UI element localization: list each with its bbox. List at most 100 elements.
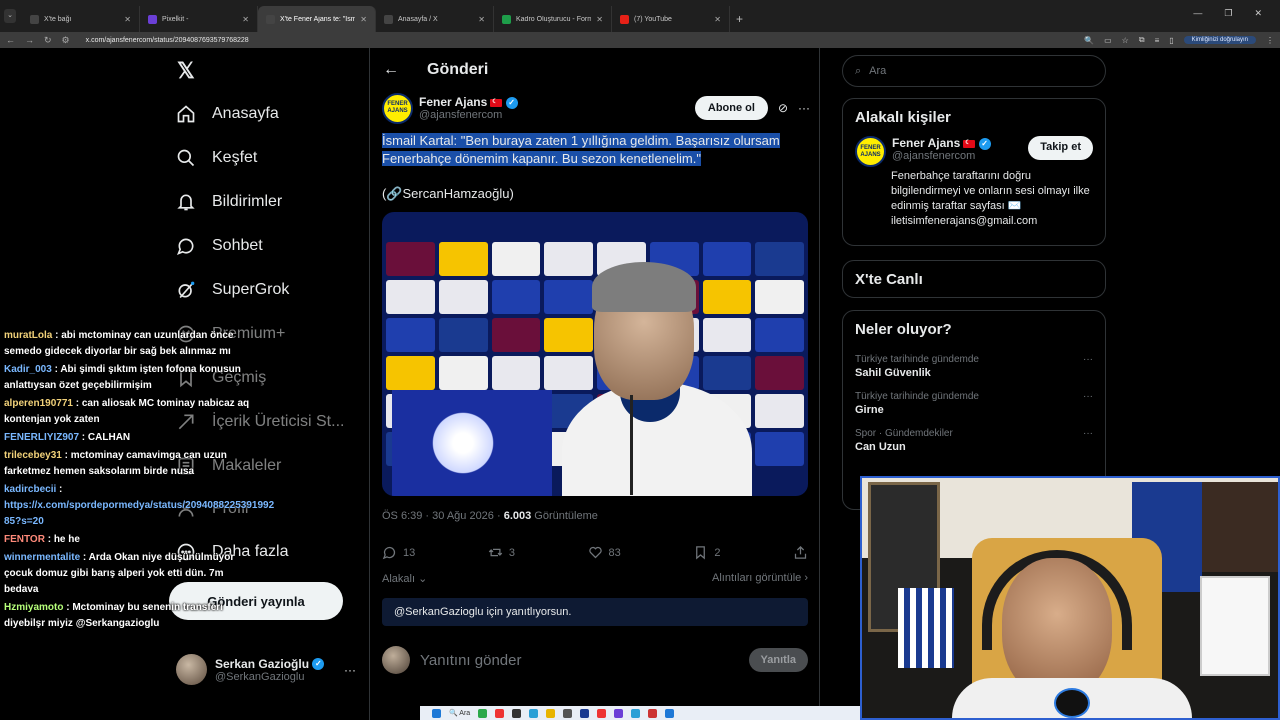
profile-button[interactable]: Kimliğinizi doğrulayın	[1183, 36, 1256, 44]
nav-item-notifications[interactable]: Bildirimler	[176, 192, 282, 212]
tweet-time[interactable]: ÖS 6:39 · 30 Ağu 2026 ·	[382, 510, 504, 522]
back-arrow-icon[interactable]: ←	[6, 35, 15, 45]
reply-input[interactable]: Yanıtını gönder	[420, 652, 521, 669]
author-name[interactable]: Fener Ajans	[419, 95, 487, 109]
taskbar-app-icon[interactable]	[614, 708, 624, 718]
sidebar-icon[interactable]: ≡	[1155, 36, 1160, 45]
taskbar-app-icon[interactable]	[495, 708, 505, 718]
zoom-icon[interactable]: 🔍	[1084, 36, 1094, 45]
main-header: ← Gönderi	[370, 48, 819, 92]
chat-message: Kadir_003 : Abi şimdi şıktım işten fofon…	[0, 362, 250, 394]
split-view-icon[interactable]: ▯	[1169, 36, 1173, 45]
chat-separator: :	[79, 432, 88, 443]
x-logo-icon[interactable]: 𝕏	[177, 58, 195, 84]
restore-icon[interactable]: ❐	[1224, 8, 1232, 19]
follow-button[interactable]: Takip et	[1028, 136, 1093, 160]
window-controls: — ❐ ✕	[1193, 8, 1280, 19]
close-tab-icon[interactable]: ✕	[124, 15, 131, 24]
nav-item-home[interactable]: Anasayfa	[176, 104, 279, 124]
bookmark-star-icon[interactable]: ☆	[1122, 36, 1129, 45]
sponsor-tile	[491, 318, 541, 352]
repost-action[interactable]: 3	[488, 545, 515, 560]
trend-more-icon[interactable]: ···	[1083, 391, 1093, 402]
chat-username: kadircbecii	[4, 484, 57, 495]
nav-item-chat[interactable]: Sohbet	[176, 236, 263, 256]
chat-message: Hzmiyamoto : Mctominay bu senenin transf…	[0, 600, 250, 632]
close-tab-icon[interactable]: ✕	[360, 15, 367, 24]
url-field[interactable]: x.com/ajansfenercom/status/2094087693579…	[86, 37, 249, 44]
taskbar-app-icon[interactable]	[529, 708, 539, 718]
new-tab-button[interactable]: +	[736, 12, 743, 26]
taskbar-app-icon[interactable]	[512, 708, 522, 718]
sponsor-tile	[491, 280, 541, 314]
forward-arrow-icon[interactable]: →	[25, 35, 34, 45]
extensions-icon[interactable]: ⧉	[1139, 35, 1145, 45]
trend-context: Türkiye tarihinde gündemde	[855, 391, 979, 402]
view-quotes-link[interactable]: Alıntıları görüntüle ›	[712, 572, 808, 585]
browser-tab[interactable]: X'te bağı ✕	[22, 6, 140, 32]
taskbar-search[interactable]: 🔍 Ara	[449, 709, 470, 717]
sponsor-tile	[386, 318, 435, 352]
author-avatar[interactable]: FENER AJANS	[855, 136, 886, 167]
windows-start-icon[interactable]	[432, 708, 441, 718]
trend-more-icon[interactable]: ···	[1083, 354, 1093, 365]
taskbar-app-icon[interactable]	[648, 708, 658, 718]
close-tab-icon[interactable]: ✕	[478, 15, 485, 24]
related-sort-button[interactable]: Alakalı ⌄	[382, 572, 427, 585]
trend-item[interactable]: Spor · Gündemdekiler Can Uzun ···	[843, 422, 1105, 459]
author-avatar[interactable]: FENER AJANS	[382, 92, 413, 124]
taskbar-app-icon[interactable]	[546, 708, 556, 718]
taskbar-app-icon[interactable]	[597, 708, 607, 718]
search-input[interactable]: ⌕ Ara	[842, 55, 1106, 87]
account-switcher[interactable]: Serkan Gazioğlu ✓ @SerkanGazioglu ···	[176, 654, 356, 685]
browser-tab[interactable]: Kadro Oluşturucu - Formasyon ✕	[494, 6, 612, 32]
subscribe-button[interactable]: Abone ol	[694, 96, 768, 120]
minimize-icon[interactable]: —	[1193, 8, 1202, 19]
tweet-text-selected: İsmail Kartal: "Ben buraya zaten 1 yıllı…	[382, 133, 780, 166]
browser-tab[interactable]: Pixelkit - ✕	[140, 6, 258, 32]
nav-item-explore[interactable]: Keşfet	[176, 148, 257, 168]
close-tab-icon[interactable]: ✕	[714, 15, 721, 24]
close-tab-icon[interactable]: ✕	[596, 15, 603, 24]
more-options-icon[interactable]: ···	[798, 101, 810, 115]
browser-tab[interactable]: Anasayfa / X ✕	[376, 6, 494, 32]
toolbar-right: 🔍 ▭ ☆ ⧉ ≡ ▯ Kimliğinizi doğrulayın ⋮	[1084, 35, 1274, 45]
reply-action[interactable]: 13	[382, 545, 415, 560]
share-action[interactable]	[793, 545, 808, 560]
site-info-icon[interactable]: ⚙	[62, 35, 70, 46]
close-tab-icon[interactable]: ✕	[242, 15, 249, 24]
taskbar-app-icon[interactable]	[563, 708, 573, 718]
taskbar-app-icon[interactable]	[665, 708, 675, 718]
taskbar-app-icon[interactable]	[478, 708, 488, 718]
tab-list-menu-button[interactable]: ⌄	[4, 9, 16, 23]
nav-item-supergrok[interactable]: SuperGrok	[176, 280, 289, 300]
back-arrow-icon[interactable]: ←	[383, 61, 399, 79]
trend-item[interactable]: Türkiye tarihinde gündemde Girne ···	[843, 385, 1105, 422]
cast-icon[interactable]: ▭	[1104, 36, 1112, 45]
chat-separator: :	[61, 450, 71, 461]
chat-text: CALHAN	[87, 432, 131, 443]
browser-menu-icon[interactable]: ⋮	[1266, 36, 1274, 45]
related-person[interactable]: FENER AJANS Fener Ajans ✓ @ajansfenercom…	[843, 136, 1105, 167]
taskbar-app-icon[interactable]	[580, 708, 590, 718]
bookmark-action[interactable]: 2	[693, 545, 720, 560]
trend-item[interactable]: Türkiye tarihinde gündemde Sahil Güvenlik…	[843, 348, 1105, 385]
like-action[interactable]: 83	[588, 545, 621, 560]
grok-explain-icon[interactable]: ⊘	[778, 101, 788, 115]
browser-tab[interactable]: (7) YouTube ✕	[612, 6, 730, 32]
reply-composer: Yanıtını gönder Yanıtla	[382, 646, 808, 674]
related-label: Alakalı	[382, 573, 416, 585]
trend-more-icon[interactable]: ···	[1083, 428, 1093, 439]
account-more-icon[interactable]: ···	[344, 663, 356, 677]
browser-tab-active[interactable]: X'te Fener Ajans te: "İsmail Kart ✕	[258, 6, 376, 32]
author-handle[interactable]: @ajansfenercom	[419, 109, 518, 121]
taskbar-app-icon[interactable]	[631, 708, 641, 718]
live-card[interactable]: X'te Canlı	[842, 260, 1106, 298]
reload-icon[interactable]: ↻	[44, 35, 52, 46]
reply-button[interactable]: Yanıtla	[748, 648, 808, 672]
share-icon	[794, 545, 807, 559]
close-window-icon[interactable]: ✕	[1254, 8, 1262, 19]
trends-list: Türkiye tarihinde gündemde Sahil Güvenlik…	[843, 348, 1105, 459]
tweet-media-image[interactable]	[382, 212, 808, 496]
nav-label: Anasayfa	[212, 105, 279, 122]
